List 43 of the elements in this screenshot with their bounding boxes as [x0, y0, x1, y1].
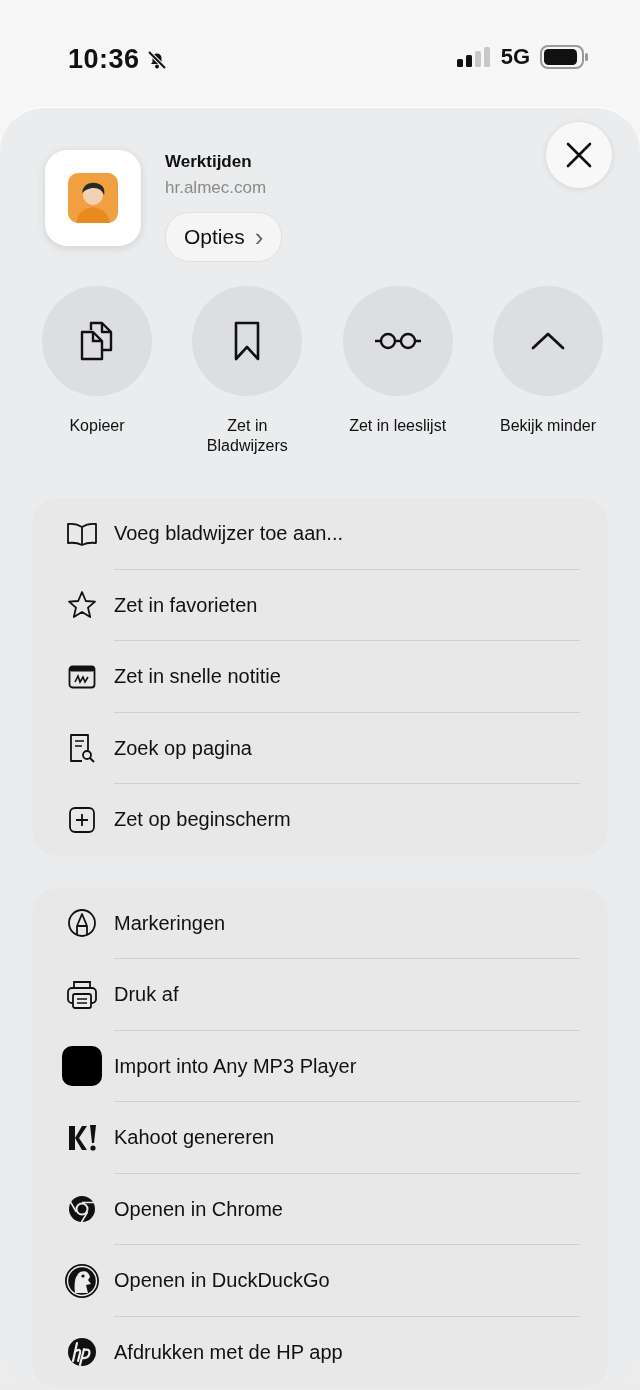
- menu-item[interactable]: Kahoot genereren: [62, 1102, 608, 1174]
- action-label: Bekijk minder: [498, 416, 597, 436]
- action-label: Zet in Bladwijzers: [205, 416, 289, 456]
- printer-brand-logo-icon: [67, 1337, 97, 1368]
- battery-icon: [540, 45, 588, 69]
- menu-item[interactable]: Markeringen: [62, 887, 608, 959]
- menu-item[interactable]: Zoek op pagina: [62, 712, 608, 784]
- menu-item[interactable]: Zet op beginscherm: [62, 784, 608, 856]
- menu-item[interactable]: Voeg bladwijzer toe aan...: [62, 498, 608, 570]
- star-icon: [67, 590, 97, 621]
- duck-logo-icon: [64, 1262, 100, 1299]
- action-label: Kopieer: [68, 416, 126, 436]
- markup-pen-icon: [67, 908, 97, 939]
- menu-item[interactable]: Afdrukken met de HP app: [62, 1316, 608, 1388]
- bookmark-icon: [233, 320, 262, 362]
- menu-item[interactable]: Import into Any MP3 Player: [62, 1030, 608, 1102]
- glasses-icon: [373, 331, 422, 351]
- printer-icon: [66, 979, 98, 1010]
- book-icon: [66, 521, 98, 546]
- status-time: 10:36: [68, 44, 140, 75]
- exclamation-logo-icon: [67, 1122, 97, 1153]
- menu-item[interactable]: Openen in Chrome: [62, 1173, 608, 1245]
- bell-slash-icon: [145, 48, 168, 71]
- menu-item[interactable]: Zet in favorieten: [62, 569, 608, 641]
- network-label: 5G: [500, 44, 530, 70]
- menu-item[interactable]: Openen in DuckDuckGo: [62, 1245, 608, 1317]
- add-square-icon: [68, 805, 96, 834]
- app-tile-icon: [62, 1046, 102, 1087]
- page-url: hr.almec.com: [165, 178, 267, 198]
- menu-item[interactable]: Druk af: [62, 959, 608, 1031]
- options-button[interactable]: Opties ›: [165, 212, 283, 262]
- find-in-page-icon: [68, 732, 96, 765]
- browser-logo-icon: [68, 1195, 96, 1224]
- chevron-up-icon: [531, 331, 565, 351]
- action-label: Zet in leeslijst: [348, 416, 448, 436]
- menu-item[interactable]: Zet in snelle notitie: [62, 641, 608, 713]
- signal-icon: [456, 46, 491, 68]
- page-title: Werktijden: [165, 152, 252, 172]
- close-icon: [565, 141, 593, 169]
- copy-icon: [79, 320, 115, 362]
- avatar-icon: [68, 173, 118, 223]
- quick-note-icon: [68, 664, 96, 689]
- close-button[interactable]: [546, 122, 612, 188]
